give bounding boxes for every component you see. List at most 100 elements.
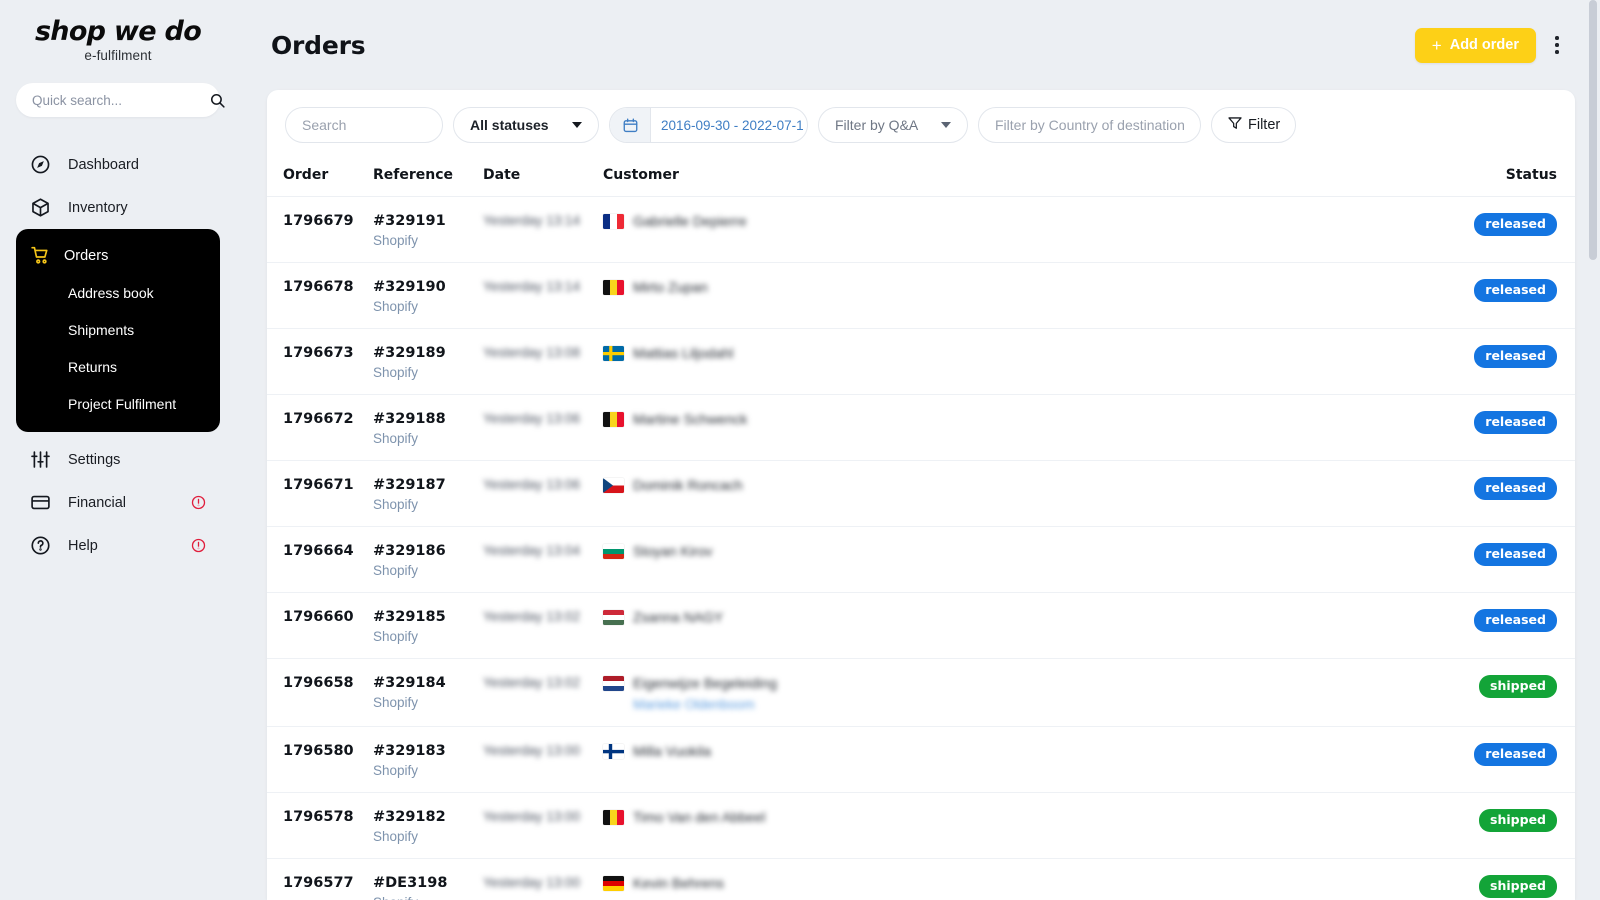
order-date: Yesterday 13:14	[483, 213, 603, 228]
brand-logo: shop we do e-fulfilment	[0, 10, 236, 77]
customer-name: Milla Vuokila	[633, 743, 711, 759]
cell-status: shipped	[1425, 659, 1575, 727]
cell-order: 1796578	[267, 793, 373, 859]
cell-customer: Zsanna NAGY	[603, 593, 1425, 659]
cell-date: Yesterday 13:06	[483, 461, 603, 527]
sidebar-item-help[interactable]: Help	[0, 524, 236, 567]
customer-contact[interactable]: Marieke Oldenboom	[633, 697, 777, 712]
table-row[interactable]: 1796671#329187 ShopifyYesterday 13:06 Domi…	[267, 461, 1575, 527]
page-scrollbar[interactable]	[1586, 0, 1600, 900]
order-number: 1796577	[283, 875, 373, 891]
search-icon[interactable]	[209, 92, 226, 109]
sidebar-item-inventory[interactable]: Inventory	[0, 186, 236, 229]
country-flag-icon	[603, 346, 624, 361]
order-source: Shopify	[373, 829, 483, 844]
table-row[interactable]: 1796664#329186 ShopifyYesterday 13:04 Stoy…	[267, 527, 1575, 593]
scrollbar-thumb[interactable]	[1589, 0, 1597, 260]
cell-order: 1796664	[267, 527, 373, 593]
search-input[interactable]	[302, 117, 426, 133]
order-source: Shopify	[373, 763, 483, 778]
quick-search-input[interactable]	[32, 93, 209, 108]
sidebar-item-settings[interactable]: Settings	[0, 438, 236, 481]
column-header-status[interactable]: Status	[1425, 159, 1575, 197]
customer-name: Stoyan Kirov	[633, 543, 712, 559]
country-filter-input[interactable]	[995, 117, 1184, 133]
table-row[interactable]: 1796678#329190ShopifyYesterday 13:14Mirt…	[267, 263, 1575, 329]
order-source: Shopify	[373, 431, 483, 446]
reference-number: #329191	[373, 213, 483, 229]
cell-date: Yesterday 13:02	[483, 659, 603, 727]
cell-reference: #329185Shopify	[373, 593, 483, 659]
order-source: Shopify	[373, 365, 483, 380]
sliders-icon	[30, 449, 51, 470]
cell-status: released	[1425, 593, 1575, 659]
more-vertical-icon[interactable]	[1542, 28, 1572, 62]
table-row[interactable]: 1796660#329185ShopifyYesterday 13:02Zsan…	[267, 593, 1575, 659]
order-source: Shopify	[373, 497, 483, 512]
country-flag-icon	[603, 214, 624, 229]
reference-number: #329183	[373, 743, 483, 759]
status-select[interactable]: All statuses	[453, 107, 599, 143]
table-row[interactable]: 1796578#329182ShopifyYesterday 13:00Timo…	[267, 793, 1575, 859]
filter-button[interactable]: Filter	[1211, 107, 1296, 143]
cell-status: released	[1425, 727, 1575, 793]
cell-customer: Mirto Zupan	[603, 263, 1425, 329]
compass-icon	[30, 154, 51, 175]
column-header-reference[interactable]: Reference	[373, 159, 483, 197]
status-badge: released	[1474, 477, 1557, 500]
table-row[interactable]: 1796673#329189ShopifyYesterday 13:08Matt…	[267, 329, 1575, 395]
plus-icon: +	[1432, 37, 1442, 54]
question-circle-icon	[30, 535, 51, 556]
order-date: Yesterday 13:04	[483, 543, 603, 558]
order-date: Yesterday 13:08	[483, 345, 603, 360]
sidebar-item-dashboard[interactable]: Dashboard	[0, 143, 236, 186]
table-row[interactable]: 1796577#DE3198ShopifyYesterday 13:00Kevi…	[267, 859, 1575, 900]
status-badge: released	[1474, 609, 1557, 632]
sidebar-item-financial[interactable]: Financial	[0, 481, 236, 524]
order-number: 1796660	[283, 609, 373, 625]
order-number: 1796671	[283, 477, 373, 493]
cell-order: 1796672	[267, 395, 373, 461]
order-date: Yesterday 13:00	[483, 875, 603, 890]
logo-tagline: e-fulfilment	[0, 48, 236, 63]
column-header-order[interactable]: Order	[267, 159, 373, 197]
cell-order: 1796577	[267, 859, 373, 900]
table-header-row: Order Reference Date Customer Status	[267, 159, 1575, 197]
status-badge: released	[1474, 411, 1557, 434]
date-range-field[interactable]: 2016-09-30 - 2022-07-1	[609, 107, 808, 143]
cell-order: 1796671	[267, 461, 373, 527]
sidebar-item-address-book[interactable]: Address book	[16, 274, 220, 311]
column-header-customer[interactable]: Customer	[603, 159, 1425, 197]
reference-number: #329190	[373, 279, 483, 295]
sidebar-item-shipments[interactable]: Shipments	[16, 311, 220, 348]
order-date: Yesterday 13:14	[483, 279, 603, 294]
country-filter-field[interactable]	[978, 107, 1201, 143]
customer-name: Dominik Roncach	[633, 477, 743, 493]
table-row[interactable]: 1796679#329191ShopifyYesterday 13:14Gabr…	[267, 197, 1575, 263]
add-order-button[interactable]: + Add order	[1415, 28, 1536, 63]
order-source: Shopify	[373, 299, 483, 314]
country-flag-icon	[603, 744, 624, 759]
table-row[interactable]: 1796672#329188ShopifyYesterday 13:06Mart…	[267, 395, 1575, 461]
order-source: Shopify	[373, 563, 483, 578]
sidebar-item-project-fulfilment[interactable]: Project Fulfilment	[16, 385, 220, 422]
sidebar-item-orders[interactable]: Orders	[16, 237, 220, 274]
sidebar-item-label: Address book	[68, 285, 220, 301]
search-field[interactable]	[285, 107, 443, 143]
add-order-label: Add order	[1450, 37, 1519, 53]
customer-name: Zsanna NAGY	[633, 609, 723, 625]
reference-number: #329186	[373, 543, 483, 559]
status-select-value: All statuses	[470, 117, 549, 133]
reference-number: #329187	[373, 477, 483, 493]
cell-status: released	[1425, 395, 1575, 461]
qa-select[interactable]: Filter by Q&A	[818, 107, 968, 143]
country-flag-icon	[603, 876, 624, 891]
sidebar-item-returns[interactable]: Returns	[16, 348, 220, 385]
reference-number: #329189	[373, 345, 483, 361]
column-header-date[interactable]: Date	[483, 159, 603, 197]
cell-order: 1796673	[267, 329, 373, 395]
quick-search[interactable]	[16, 83, 220, 117]
table-row[interactable]: 1796658#329184ShopifyYesterday 13:02Eige…	[267, 659, 1575, 727]
cell-date: Yesterday 13:00	[483, 727, 603, 793]
table-row[interactable]: 1796580#329183ShopifyYesterday 13:00Mill…	[267, 727, 1575, 793]
